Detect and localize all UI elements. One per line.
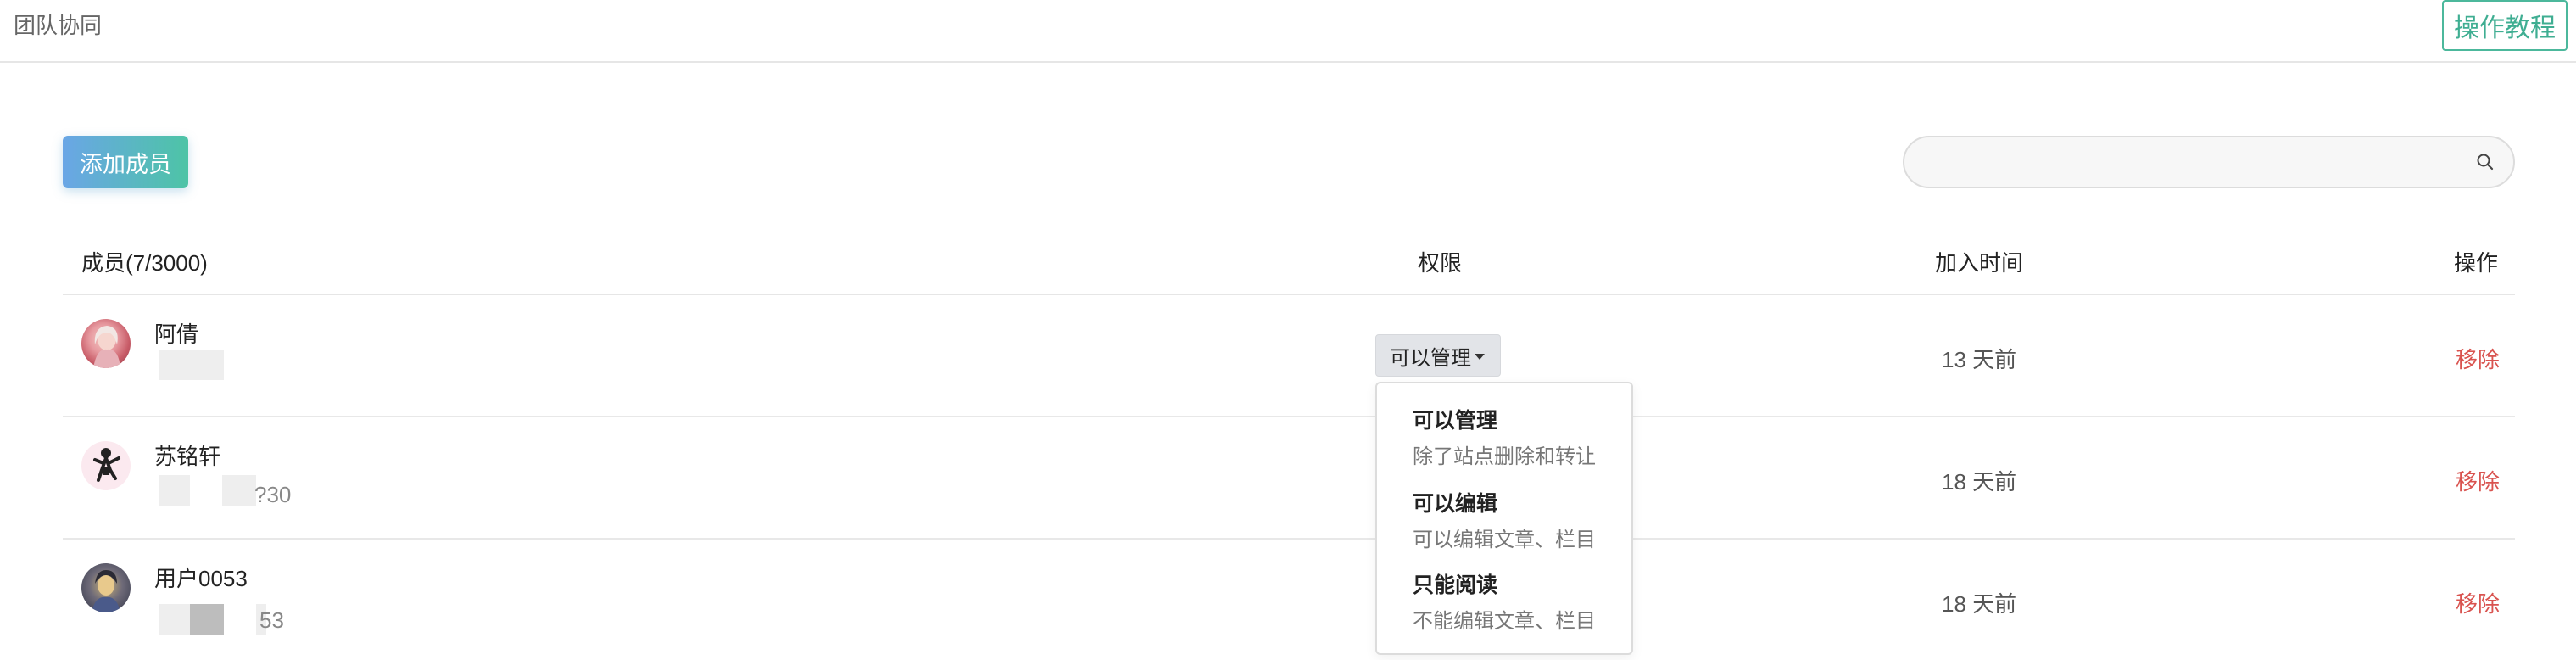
permission-dropdown-button[interactable]: 可以管理 bbox=[1375, 334, 1501, 377]
menu-item-edit[interactable]: 可以编辑 可以编辑文章、栏目 bbox=[1413, 487, 1596, 552]
menu-item-desc: 不能编辑文章、栏目 bbox=[1413, 610, 1596, 633]
row-divider bbox=[63, 538, 2515, 540]
search-icon[interactable] bbox=[2476, 153, 2495, 171]
avatar bbox=[81, 441, 131, 490]
avatar bbox=[81, 319, 131, 368]
remove-button[interactable]: 移除 bbox=[2456, 587, 2500, 618]
redacted-phone bbox=[159, 350, 224, 380]
column-header-action: 操作 bbox=[2454, 250, 2499, 276]
redacted-phone bbox=[190, 604, 224, 635]
menu-item-read[interactable]: 只能阅读 不能编辑文章、栏目 bbox=[1413, 568, 1596, 634]
menu-item-desc: 除了站点删除和转让 bbox=[1413, 445, 1596, 468]
search-input[interactable] bbox=[1925, 144, 2451, 180]
column-header-permission: 权限 bbox=[1418, 250, 1463, 276]
column-header-joined: 加入时间 bbox=[1935, 250, 2024, 276]
column-header-member: 成员(7/3000) bbox=[81, 250, 208, 276]
menu-item-title: 只能阅读 bbox=[1413, 573, 1498, 597]
phone-tail: 53 bbox=[259, 607, 284, 633]
member-name: 阿倩 bbox=[154, 322, 199, 347]
phone-tail: ?30 bbox=[254, 482, 292, 507]
top-bar: 团队协同 操作教程 bbox=[0, 0, 2576, 63]
redacted-phone bbox=[159, 604, 190, 635]
page-title: 团队协同 bbox=[14, 13, 103, 38]
add-member-button[interactable]: 添加成员 bbox=[63, 136, 188, 188]
row-divider bbox=[63, 416, 2515, 417]
menu-item-title: 可以管理 bbox=[1413, 409, 1498, 433]
menu-item-manage[interactable]: 可以管理 除了站点删除和转让 bbox=[1413, 404, 1596, 469]
member-name: 用户0053 bbox=[154, 566, 248, 591]
avatar bbox=[81, 563, 131, 612]
redacted-phone bbox=[159, 475, 190, 506]
joined-time: 18 天前 bbox=[1942, 591, 2017, 617]
permission-value: 可以管理 bbox=[1390, 346, 1471, 370]
header-divider bbox=[63, 294, 2515, 295]
menu-item-title: 可以编辑 bbox=[1413, 492, 1498, 516]
joined-time: 18 天前 bbox=[1942, 469, 2017, 495]
caret-down-icon bbox=[1475, 354, 1485, 360]
joined-time: 13 天前 bbox=[1942, 347, 2017, 372]
remove-button[interactable]: 移除 bbox=[2456, 465, 2500, 496]
permission-menu: 可以管理 除了站点删除和转让 可以编辑 可以编辑文章、栏目 只能阅读 不能编辑文… bbox=[1375, 382, 1633, 655]
redacted-phone bbox=[222, 475, 256, 506]
remove-button[interactable]: 移除 bbox=[2456, 343, 2500, 374]
member-name: 苏铭轩 bbox=[154, 444, 221, 469]
tutorial-button[interactable]: 操作教程 bbox=[2442, 0, 2568, 51]
search-box bbox=[1903, 136, 2515, 188]
menu-item-desc: 可以编辑文章、栏目 bbox=[1413, 529, 1596, 551]
